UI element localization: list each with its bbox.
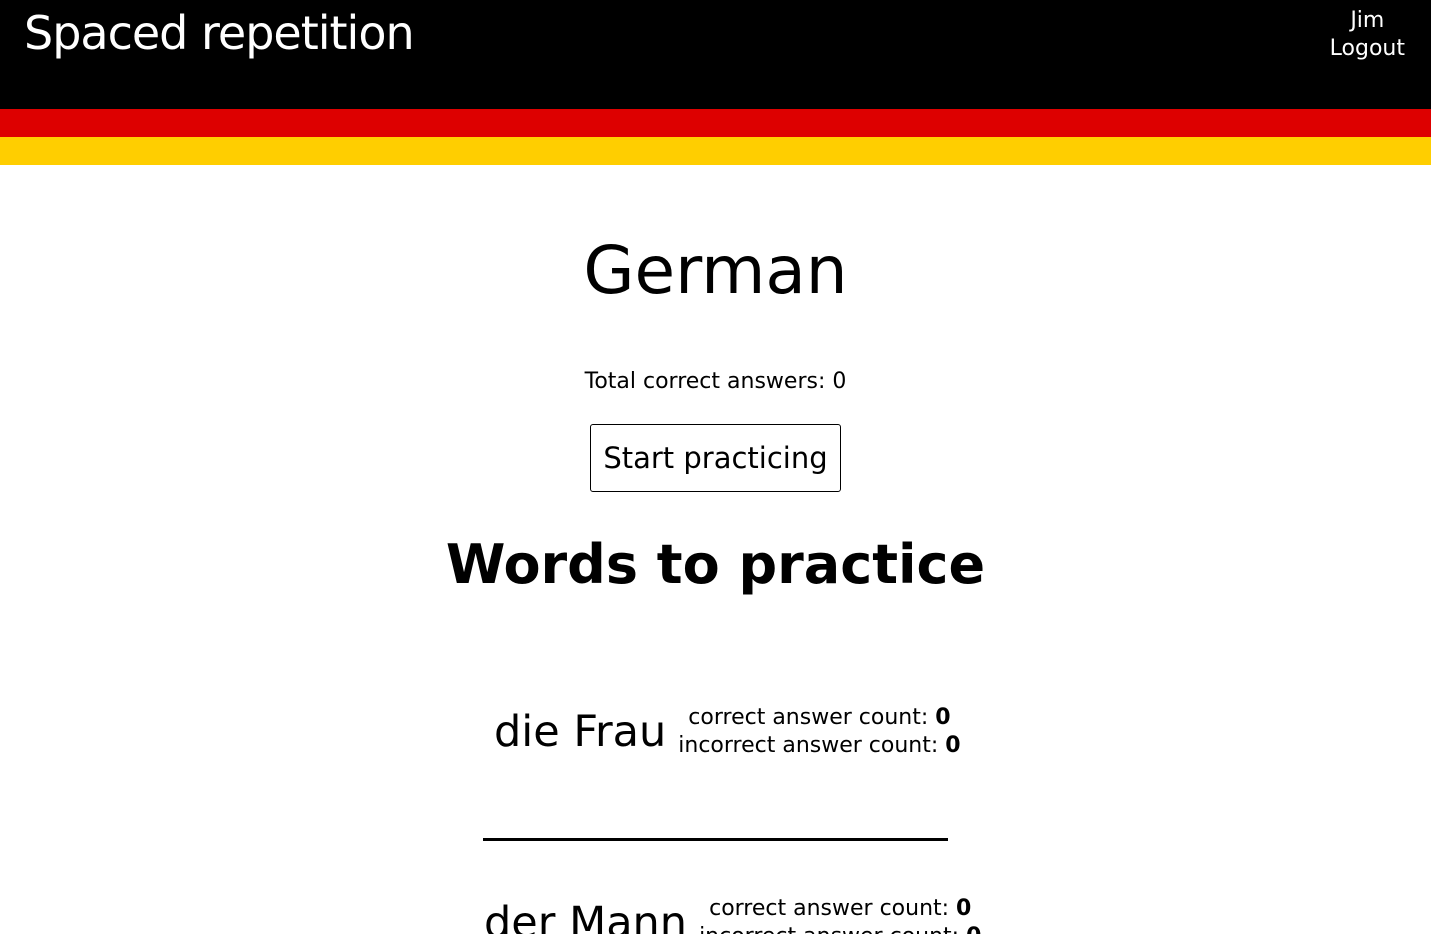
correct-count-label: correct answer count: bbox=[709, 896, 957, 921]
flag-stripe-gold bbox=[0, 137, 1431, 165]
words-to-practice-heading: Words to practice bbox=[445, 533, 986, 596]
app-title: Spaced repetition bbox=[24, 6, 415, 60]
total-correct-answers: Total correct answers: 0 bbox=[0, 368, 1431, 396]
flag-stripe-red bbox=[0, 109, 1431, 137]
correct-count-value: 0 bbox=[935, 705, 951, 730]
app-header: Spaced repetition Jim Logout bbox=[0, 0, 1431, 109]
user-menu: Jim Logout bbox=[1330, 7, 1405, 63]
incorrect-count-label: incorrect answer count: bbox=[678, 733, 946, 758]
total-correct-value: 0 bbox=[832, 369, 847, 394]
correct-count-row: correct answer count: 0 bbox=[699, 895, 981, 923]
incorrect-count-row: incorrect answer count: 0 bbox=[678, 732, 960, 760]
language-title: German bbox=[583, 232, 848, 309]
start-practicing-button[interactable]: Start practicing bbox=[590, 424, 841, 492]
incorrect-count-value: 0 bbox=[966, 924, 981, 934]
correct-count-label: correct answer count: bbox=[688, 705, 936, 730]
list-item: der Mann correct answer count: 0 incorre… bbox=[484, 895, 981, 934]
word-text: die Frau bbox=[494, 707, 667, 757]
correct-count-row: correct answer count: 0 bbox=[678, 704, 960, 732]
total-correct-label: Total correct answers: bbox=[584, 369, 833, 394]
incorrect-count-row: incorrect answer count: 0 bbox=[699, 923, 981, 934]
list-item: die Frau correct answer count: 0 incorre… bbox=[494, 704, 961, 760]
word-stats: correct answer count: 0 incorrect answer… bbox=[699, 895, 981, 934]
incorrect-count-value: 0 bbox=[945, 733, 961, 758]
correct-count-value: 0 bbox=[956, 896, 972, 921]
word-text: der Mann bbox=[484, 898, 688, 934]
word-divider bbox=[483, 838, 948, 841]
logout-link[interactable]: Logout bbox=[1330, 35, 1405, 63]
incorrect-count-label: incorrect answer count: bbox=[699, 924, 966, 934]
word-stats: correct answer count: 0 incorrect answer… bbox=[678, 704, 960, 760]
user-name: Jim bbox=[1350, 8, 1385, 33]
